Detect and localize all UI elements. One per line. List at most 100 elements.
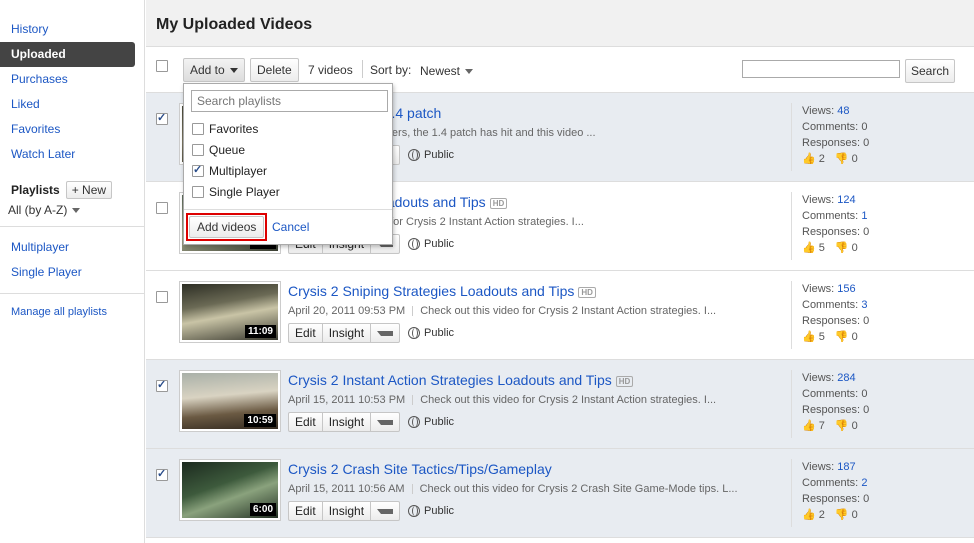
responses-stat: Responses: 0 (802, 313, 971, 329)
video-checkbox[interactable] (156, 111, 168, 125)
video-thumbnail[interactable]: 10:59 (179, 370, 281, 432)
video-title: Crysis 2 Sniping Strategies Loadouts and… (288, 283, 575, 299)
video-stats: Views: 187 Comments: 2 Responses: 0 👍 2 … (791, 459, 971, 527)
views-count[interactable]: 284 (837, 372, 855, 384)
comments-label: Comments: (802, 477, 859, 489)
responses-stat: Responses: 0 (802, 402, 971, 418)
comments-stat: Comments: 1 (802, 208, 971, 224)
more-actions-button[interactable] (371, 502, 399, 520)
dislike-stat: 👎 0 (835, 240, 858, 256)
comments-label: Comments: (802, 388, 859, 400)
responses-count: 0 (863, 315, 870, 327)
playlist-option-label: Single Player (209, 185, 280, 199)
sidebar-item-favorites[interactable]: Favorites (0, 117, 135, 142)
views-count[interactable]: 156 (837, 283, 855, 295)
divider (362, 60, 363, 78)
playlist-sort-dropdown[interactable]: All (by A-Z) (0, 201, 144, 219)
edit-button[interactable]: Edit (289, 324, 323, 342)
comments-count[interactable]: 1 (861, 210, 867, 222)
video-count: 7 videos (308, 63, 353, 77)
add-to-button[interactable]: Add to (183, 58, 245, 82)
select-all-checkbox[interactable] (156, 60, 168, 72)
insight-button[interactable]: Insight (323, 502, 372, 520)
sort-dropdown[interactable]: Newest (420, 64, 474, 78)
more-actions-button[interactable] (371, 413, 399, 431)
sidebar-item-purchases[interactable]: Purchases (0, 67, 135, 92)
video-title-link[interactable]: Crysis 2 Crash Site Tactics/Tips/Gamepla… (288, 461, 552, 477)
sidebar-item-history[interactable]: History (0, 17, 135, 42)
video-checkbox[interactable] (156, 202, 168, 214)
video-row: 10:59 Crysis 2 Instant Action Strategies… (146, 360, 974, 449)
new-playlist-button[interactable]: + New (65, 181, 113, 199)
playlist-option-favorites[interactable]: Favorites (192, 122, 258, 136)
search-button[interactable]: Search (905, 59, 956, 83)
cancel-link[interactable]: Cancel (272, 220, 309, 234)
visibility-status: Public (408, 238, 454, 250)
video-checkbox[interactable] (156, 467, 168, 481)
sidebar-item-watch-later[interactable]: Watch Later (0, 142, 135, 167)
checkbox[interactable] (192, 163, 204, 177)
divider (0, 293, 144, 294)
video-thumbnail[interactable]: 6:00 (179, 459, 281, 521)
checkbox[interactable] (192, 144, 204, 156)
playlist-option-single-player[interactable]: Single Player (192, 185, 280, 199)
views-count[interactable]: 187 (837, 461, 855, 473)
views-count[interactable]: 124 (837, 194, 855, 206)
dislike-count: 0 (851, 242, 858, 254)
insight-button[interactable]: Insight (323, 413, 372, 431)
add-to-playlist-menu: Favorites Queue Multiplayer Single Playe… (183, 83, 393, 245)
video-title-link[interactable]: Crysis 2 Instant Action Strategies Loado… (288, 372, 634, 388)
search-input[interactable] (742, 60, 900, 78)
video-checkbox[interactable] (156, 378, 168, 392)
visibility-label: Public (424, 149, 455, 161)
chevron-down-icon (465, 69, 474, 75)
responses-stat: Responses: 0 (802, 491, 971, 507)
playlist-option-multiplayer[interactable]: Multiplayer (192, 163, 267, 178)
dislike-count: 0 (851, 331, 858, 343)
comments-count: 0 (861, 388, 868, 400)
chevron-down-icon (377, 420, 394, 426)
edit-button[interactable]: Edit (289, 502, 323, 520)
edit-button[interactable]: Edit (289, 413, 323, 431)
checkbox[interactable] (192, 123, 204, 135)
rating-stat: 👍 2 👎 0 (802, 507, 971, 523)
responses-count: 0 (863, 493, 870, 505)
comments-label: Comments: (802, 121, 859, 133)
dislike-count: 0 (851, 153, 858, 165)
views-stat: Views: 48 (802, 103, 971, 119)
manage-playlists-link[interactable]: Manage all playlists (0, 302, 135, 322)
video-date: April 15, 2011 10:53 PM (288, 394, 406, 406)
responses-label: Responses: (802, 315, 861, 327)
video-thumbnail[interactable]: 11:09 (179, 281, 281, 343)
playlist-search-input[interactable] (191, 90, 388, 112)
more-actions-button[interactable] (371, 324, 399, 342)
comments-stat: Comments: 2 (802, 475, 971, 491)
main-content: My Uploaded Videos Add to Delete 7 video… (146, 0, 974, 543)
playlist-option-queue[interactable]: Queue (192, 143, 245, 157)
comments-count: 0 (861, 121, 868, 133)
video-description: Check out this video for Crysis 2 Instan… (420, 305, 717, 317)
video-meta: April 15, 2011 10:53 PM Check out this vi… (288, 394, 716, 406)
dislike-count: 0 (851, 420, 858, 432)
sidebar-playlist-single-player[interactable]: Single Player (0, 260, 135, 285)
sidebar-item-uploaded[interactable]: Uploaded (0, 42, 135, 67)
sidebar-item-liked[interactable]: Liked (0, 92, 135, 117)
comments-count[interactable]: 3 (861, 299, 867, 311)
add-videos-button[interactable]: Add videos (189, 216, 265, 238)
video-checkbox[interactable] (156, 291, 168, 303)
delete-button[interactable]: Delete (250, 58, 299, 82)
like-stat: 👍 2 (802, 151, 825, 167)
responses-label: Responses: (802, 137, 861, 149)
checkbox[interactable] (192, 186, 204, 198)
video-title-link[interactable]: Crysis 2 Sniping Strategies Loadouts and… (288, 283, 596, 299)
like-count: 7 (818, 420, 825, 432)
insight-button[interactable]: Insight (323, 324, 372, 342)
views-stat: Views: 187 (802, 459, 971, 475)
like-count: 2 (818, 509, 825, 521)
hd-badge: HD (578, 286, 596, 298)
globe-icon (408, 416, 421, 428)
video-meta: April 15, 2011 10:56 AM Check out this vi… (288, 483, 738, 495)
comments-count[interactable]: 2 (861, 477, 867, 489)
sidebar-playlist-multiplayer[interactable]: Multiplayer (0, 235, 135, 260)
views-count[interactable]: 48 (837, 105, 849, 117)
